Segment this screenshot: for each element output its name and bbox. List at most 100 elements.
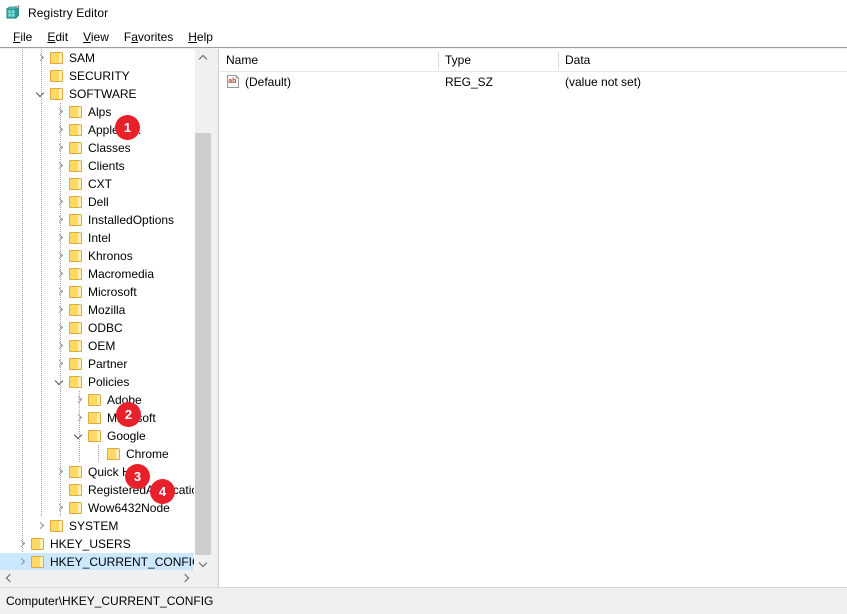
tree-item-label: SECURITY [69,67,130,85]
value-type: REG_SZ [445,75,493,89]
tree-item-mozilla[interactable]: Mozilla [0,301,194,319]
tree-item-classes[interactable]: Classes [0,139,194,157]
tree-item-partner[interactable]: Partner [0,355,194,373]
tree-item-label: Dell [88,193,109,211]
tree-item-label: Google [107,427,146,445]
registry-values-pane: NameTypeData ab(Default)REG_SZ(value not… [218,49,847,587]
title-bar: Registry Editor [0,0,847,26]
tree-item-oem[interactable]: OEM [0,337,194,355]
chevron-right-icon[interactable] [14,553,30,571]
menu-item-view[interactable]: View [76,28,117,46]
folder-icon [87,429,103,443]
tree-item-label: Chrome [126,445,169,463]
folder-icon [68,501,84,515]
chevron-right-icon[interactable] [33,517,49,535]
tree-item-sam[interactable]: SAM [0,49,194,67]
tree-item-label: Alps [88,103,111,121]
window-title: Registry Editor [28,6,108,20]
tree-item-system[interactable]: SYSTEM [0,517,194,535]
tree-item-label: SOFTWARE [69,85,137,103]
column-divider[interactable] [558,52,559,69]
tree-item-installedoptions[interactable]: InstalledOptions [0,211,194,229]
folder-icon [68,267,84,281]
tree-item-label: Macromedia [88,265,154,283]
value-data: (value not set) [565,75,641,89]
folder-icon [68,195,84,209]
tree-item-label: HKEY_CURRENT_CONFIG [50,553,194,571]
value-row[interactable]: ab(Default)REG_SZ(value not set) [219,72,847,92]
column-header-type[interactable]: Type [438,49,558,71]
tree-item-alps[interactable]: Alps [0,103,194,121]
tree-item-dell[interactable]: Dell [0,193,194,211]
tree-item-chrome[interactable]: Chrome [0,445,194,463]
folder-icon [49,87,65,101]
menu-item-favorites[interactable]: Favorites [117,28,181,46]
folder-icon [87,411,103,425]
scroll-up-arrow-icon[interactable] [195,49,211,66]
tree-vertical-scroll-thumb[interactable] [195,133,211,555]
folder-icon [68,105,84,119]
column-header-data[interactable]: Data [558,49,847,71]
folder-icon [68,483,84,497]
folder-icon [68,177,84,191]
folder-icon [68,465,84,479]
toolbar-divider [0,47,847,48]
tree-item-label: Partner [88,355,127,373]
folder-icon [68,303,84,317]
folder-icon [68,213,84,227]
tree-item-label: OEM [88,337,115,355]
values-list[interactable]: ab(Default)REG_SZ(value not set) [219,72,847,92]
tree-item-label: CXT [88,175,112,193]
tree-connector-line [22,49,23,553]
folder-icon [68,321,84,335]
tree-horizontal-scrollbar[interactable] [0,570,211,587]
values-column-header[interactable]: NameTypeData [219,49,847,72]
tree-item-cxt[interactable]: CXT [0,175,194,193]
tree-item-clients[interactable]: Clients [0,157,194,175]
menu-label-file-rest: ile [20,30,32,44]
tree-item-label: HKEY_USERS [50,535,131,553]
folder-icon [68,357,84,371]
menu-label-help-rest: elp [197,30,213,44]
tree-item-label: Intel [88,229,111,247]
tree-item-apple-inc[interactable]: Apple Inc. [0,121,194,139]
tree-item-microsoft[interactable]: Microsoft [0,409,194,427]
folder-icon [49,51,65,65]
tree-item-security[interactable]: SECURITY [0,67,194,85]
scroll-left-arrow-icon[interactable] [0,570,17,586]
tree-item-label: Clients [88,157,125,175]
tree-item-hkey-users[interactable]: HKEY_USERS [0,535,194,553]
tree-item-label: Microsoft [88,283,137,301]
tree-item-label: Khronos [88,247,133,265]
tree-item-hkey-current-config[interactable]: HKEY_CURRENT_CONFIG [0,553,194,571]
tree-item-khronos[interactable]: Khronos [0,247,194,265]
tree-item-odbc[interactable]: ODBC [0,319,194,337]
menu-item-edit[interactable]: Edit [40,28,76,46]
tree-item-label: Mozilla [88,301,125,319]
tree-item-label: SYSTEM [69,517,118,535]
tree-connector-line [79,391,80,463]
scroll-right-arrow-icon[interactable] [177,570,194,586]
tree-item-label: Policies [88,373,129,391]
menu-label-edit-rest: dit [55,30,68,44]
tree-connector-line [98,445,99,463]
tree-vertical-scrollbar[interactable] [194,49,211,572]
column-divider[interactable] [438,52,439,69]
tree-item-google[interactable]: Google [0,427,194,445]
menu-label-view-rest: iew [91,30,109,44]
tree-item-policies[interactable]: Policies [0,373,194,391]
menu-item-help[interactable]: Help [181,28,221,46]
tree-item-software[interactable]: SOFTWARE [0,85,194,103]
tree-item-adobe[interactable]: Adobe [0,391,194,409]
folder-icon [68,249,84,263]
tree-item-intel[interactable]: Intel [0,229,194,247]
tree-item-label: ODBC [88,319,123,337]
registry-tree-pane: SAMSECURITYSOFTWAREAlpsApple Inc.Classes… [0,49,211,587]
annotation-badge-1: 1 [115,115,140,140]
tree-item-label: InstalledOptions [88,211,174,229]
tree-item-label: SAM [69,49,95,67]
menu-item-file[interactable]: File [6,28,40,46]
tree-item-macromedia[interactable]: Macromedia [0,265,194,283]
column-header-name[interactable]: Name [219,49,438,71]
tree-item-microsoft[interactable]: Microsoft [0,283,194,301]
